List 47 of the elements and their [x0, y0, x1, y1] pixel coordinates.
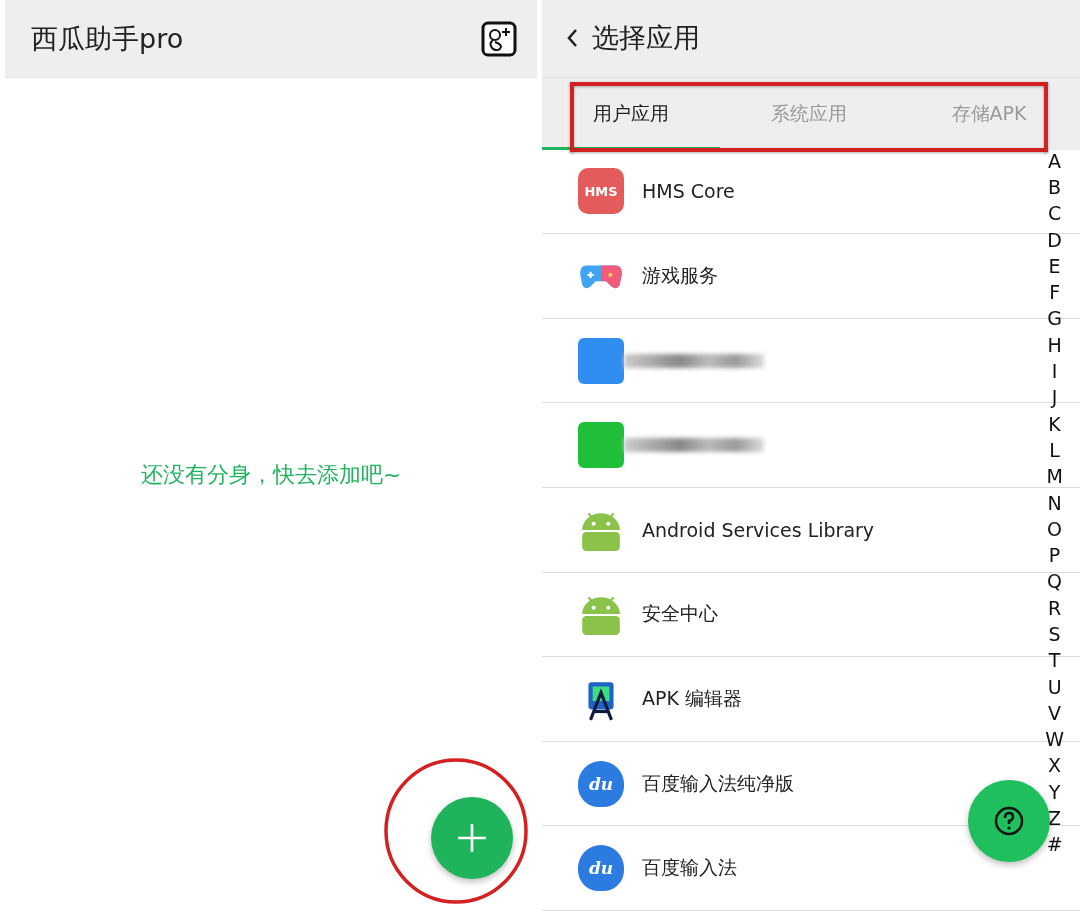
- index-letter[interactable]: K: [1048, 412, 1061, 435]
- index-letter[interactable]: S: [1048, 623, 1061, 645]
- index-letter[interactable]: O: [1047, 517, 1063, 540]
- index-letter[interactable]: B: [1048, 175, 1062, 198]
- help-icon: [993, 804, 1025, 837]
- index-letter[interactable]: H: [1047, 333, 1062, 356]
- index-letter[interactable]: D: [1047, 228, 1062, 251]
- index-letter[interactable]: C: [1047, 202, 1062, 225]
- index-letter[interactable]: R: [1048, 596, 1062, 619]
- index-letter[interactable]: U: [1047, 675, 1062, 698]
- add-button[interactable]: [431, 797, 513, 879]
- index-letter[interactable]: X: [1048, 754, 1062, 777]
- app-name[interactable]: 百度输入法: [642, 855, 737, 882]
- app-name[interactable]: HMS Core: [642, 180, 735, 203]
- app-name[interactable]: 游戏服务: [642, 263, 718, 290]
- index-letter[interactable]: Z: [1048, 807, 1062, 830]
- index-letter[interactable]: T: [1048, 649, 1061, 672]
- app-title: 西瓜助手pro: [31, 21, 184, 56]
- index-letter[interactable]: Q: [1047, 570, 1063, 593]
- index-letter[interactable]: J: [1051, 386, 1058, 409]
- tab[interactable]: 用户应用: [593, 100, 669, 127]
- index-letter[interactable]: V: [1048, 701, 1062, 724]
- index-letter[interactable]: E: [1048, 254, 1061, 277]
- index-letter[interactable]: M: [1046, 465, 1063, 488]
- app-name[interactable]: APK 编辑器: [642, 686, 742, 712]
- empty-message: 还没有分身，快去添加吧~: [140, 460, 402, 489]
- bear-icon: du: [578, 845, 624, 892]
- back-icon[interactable]: [566, 28, 578, 49]
- index-letter[interactable]: Y: [1048, 780, 1061, 803]
- index-letter[interactable]: W: [1045, 728, 1064, 751]
- screen-title: 选择应用: [592, 21, 700, 56]
- index-letter[interactable]: G: [1047, 307, 1062, 330]
- index-letter[interactable]: F: [1049, 281, 1061, 304]
- index-letter[interactable]: I: [1051, 360, 1058, 383]
- index-letter[interactable]: #: [1046, 833, 1063, 856]
- app-name[interactable]: Android Services Library: [642, 518, 875, 541]
- index-letter[interactable]: A: [1048, 149, 1062, 172]
- index-letter[interactable]: L: [1049, 438, 1060, 461]
- index-letter[interactable]: P: [1048, 544, 1061, 567]
- app-icon: HMS: [578, 168, 624, 215]
- plus-icon: [456, 822, 488, 854]
- help-button[interactable]: [968, 779, 1050, 862]
- gplus-icon[interactable]: [481, 20, 517, 57]
- bear-icon: du: [578, 760, 624, 807]
- index-letter[interactable]: N: [1047, 491, 1062, 514]
- app-name[interactable]: 百度输入法纯净版: [642, 770, 794, 797]
- app-name[interactable]: 安全中心: [642, 601, 718, 628]
